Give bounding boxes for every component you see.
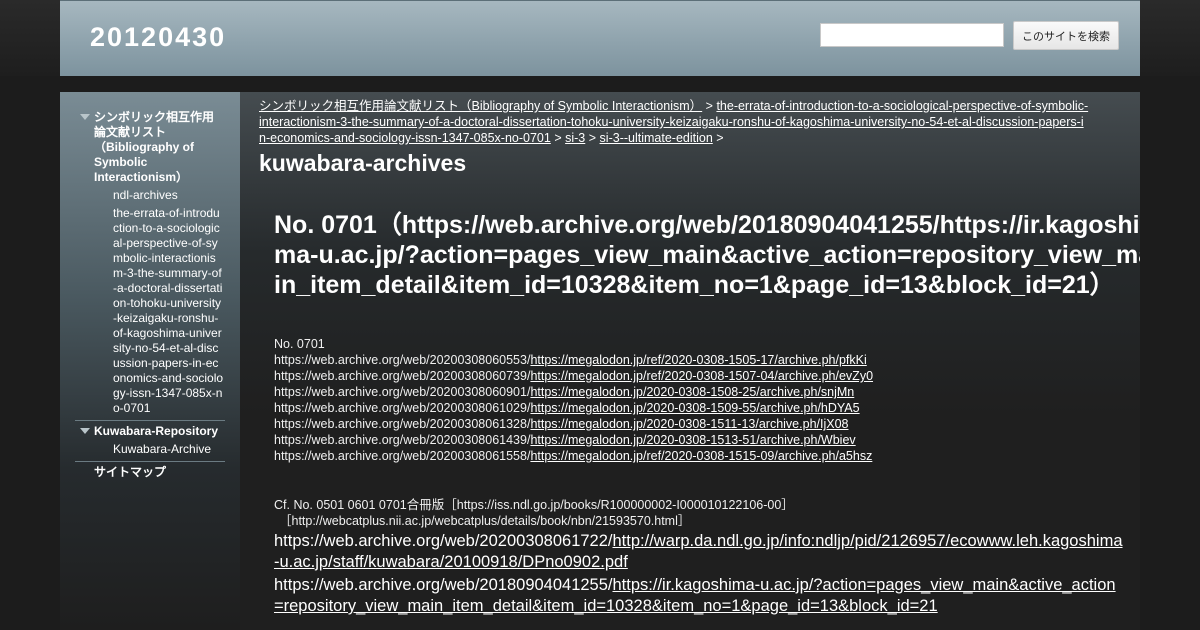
main-content: シンボリック相互作用論文献リスト（Bibliography of Symboli…	[240, 92, 1140, 630]
chevron-down-icon[interactable]	[80, 428, 90, 434]
archive-prefix: https://web.archive.org/web/202003080605…	[274, 353, 531, 367]
breadcrumb-link[interactable]: si-3	[565, 131, 585, 145]
archive-link[interactable]: https://megalodon.jp/2020-0308-1509-55/a…	[530, 401, 859, 415]
search-input[interactable]	[820, 23, 1004, 47]
chevron-down-icon[interactable]	[80, 114, 90, 120]
site-title[interactable]: 20120430	[90, 22, 226, 53]
list-item: https://web.archive.org/web/202003080614…	[274, 432, 1140, 448]
sidebar-item-bibliography[interactable]: シンボリック相互作用論文献リスト（Bibliography of Symboli…	[75, 110, 225, 185]
archive-prefix: https://web.archive.org/web/201809040412…	[274, 576, 613, 594]
cf-line: ［http://webcatplus.nii.ac.jp/webcatplus/…	[279, 514, 691, 528]
article-heading: No. 0701（https://web.archive.org/web/201…	[274, 211, 1140, 299]
breadcrumb: シンボリック相互作用論文献リスト（Bibliography of Symboli…	[259, 98, 1089, 146]
sidebar-divider	[75, 420, 225, 421]
article-body: No. 0701（https://web.archive.org/web/201…	[274, 210, 1140, 617]
list-item: https://web.archive.org/web/202003080605…	[274, 352, 1140, 368]
archive-list: No. 0701 https://web.archive.org/web/202…	[274, 336, 1140, 464]
sidebar-item-label[interactable]: Kuwabara-Repository	[94, 424, 218, 438]
breadcrumb-separator: >	[716, 131, 724, 145]
archive-prefix: https://web.archive.org/web/202003080613…	[274, 417, 531, 431]
breadcrumb-separator: >	[705, 99, 713, 113]
sidebar-item-kuwabara-repository[interactable]: Kuwabara-Repository	[75, 424, 225, 439]
search-button[interactable]: このサイトを検索	[1013, 21, 1119, 50]
archive-prefix: https://web.archive.org/web/202003080610…	[274, 401, 531, 415]
sidebar-item-errata[interactable]: the-errata-of-introduction-to-a-sociolog…	[75, 206, 225, 416]
large-link-row: https://web.archive.org/web/201809040412…	[274, 575, 1124, 617]
cf-note: Cf. No. 0501 0601 0701合冊版［https://iss.nd…	[274, 497, 1140, 529]
archive-link[interactable]: https://megalodon.jp/2020-0308-1513-51/a…	[530, 433, 855, 447]
sidebar-item-kuwabara-archive[interactable]: Kuwabara-Archive	[75, 442, 225, 457]
breadcrumb-link[interactable]: si-3--ultimate-edition	[600, 131, 713, 145]
list-item: https://web.archive.org/web/202003080615…	[274, 448, 1140, 464]
sidebar-item-label[interactable]: Kuwabara-Archive	[113, 442, 211, 456]
archive-prefix: https://web.archive.org/web/202003080617…	[274, 532, 613, 550]
no-label: No. 0701	[274, 337, 325, 351]
list-item: https://web.archive.org/web/202003080610…	[274, 400, 1140, 416]
archive-prefix: https://web.archive.org/web/202003080614…	[274, 433, 531, 447]
list-item: https://web.archive.org/web/202003080609…	[274, 384, 1140, 400]
sidebar-item-ndl-archives[interactable]: ndl-archives	[75, 188, 225, 203]
sidebar-nav: シンボリック相互作用論文献リスト（Bibliography of Symboli…	[75, 110, 225, 480]
site-header: 20120430 このサイトを検索	[60, 0, 1140, 76]
cf-line: Cf. No. 0501 0601 0701合冊版［https://iss.nd…	[274, 498, 794, 512]
archive-link[interactable]: https://megalodon.jp/2020-0308-1508-25/a…	[530, 385, 854, 399]
sidebar-item-label[interactable]: ndl-archives	[113, 188, 178, 202]
sidebar-item-label[interactable]: シンボリック相互作用論文献リスト（Bibliography of Symboli…	[94, 110, 214, 184]
large-link-row: https://web.archive.org/web/202003080617…	[274, 531, 1124, 573]
archive-prefix: https://web.archive.org/web/202003080615…	[274, 449, 531, 463]
list-item: https://web.archive.org/web/202003080607…	[274, 368, 1140, 384]
page-title: kuwabara-archives	[259, 150, 467, 176]
breadcrumb-link[interactable]: シンボリック相互作用論文献リスト（Bibliography of Symboli…	[259, 99, 702, 113]
sidebar-item-label[interactable]: the-errata-of-introduction-to-a-sociolog…	[113, 206, 223, 415]
list-item: https://web.archive.org/web/202003080613…	[274, 416, 1140, 432]
archive-link[interactable]: https://megalodon.jp/ref/2020-0308-1507-…	[530, 369, 873, 383]
archive-link[interactable]: https://megalodon.jp/2020-0308-1511-13/a…	[530, 417, 848, 431]
sidebar-item-sitemap[interactable]: サイトマップ	[75, 465, 225, 480]
sidebar-item-label[interactable]: サイトマップ	[94, 465, 166, 479]
archive-link[interactable]: https://megalodon.jp/ref/2020-0308-1505-…	[530, 353, 866, 367]
archive-prefix: https://web.archive.org/web/202003080607…	[274, 369, 531, 383]
sidebar-divider	[75, 461, 225, 462]
breadcrumb-separator: >	[554, 131, 562, 145]
breadcrumb-separator: >	[588, 131, 597, 145]
archive-prefix: https://web.archive.org/web/202003080609…	[274, 385, 531, 399]
archive-link[interactable]: https://megalodon.jp/ref/2020-0308-1515-…	[530, 449, 872, 463]
sidebar: シンボリック相互作用論文献リスト（Bibliography of Symboli…	[60, 92, 240, 630]
